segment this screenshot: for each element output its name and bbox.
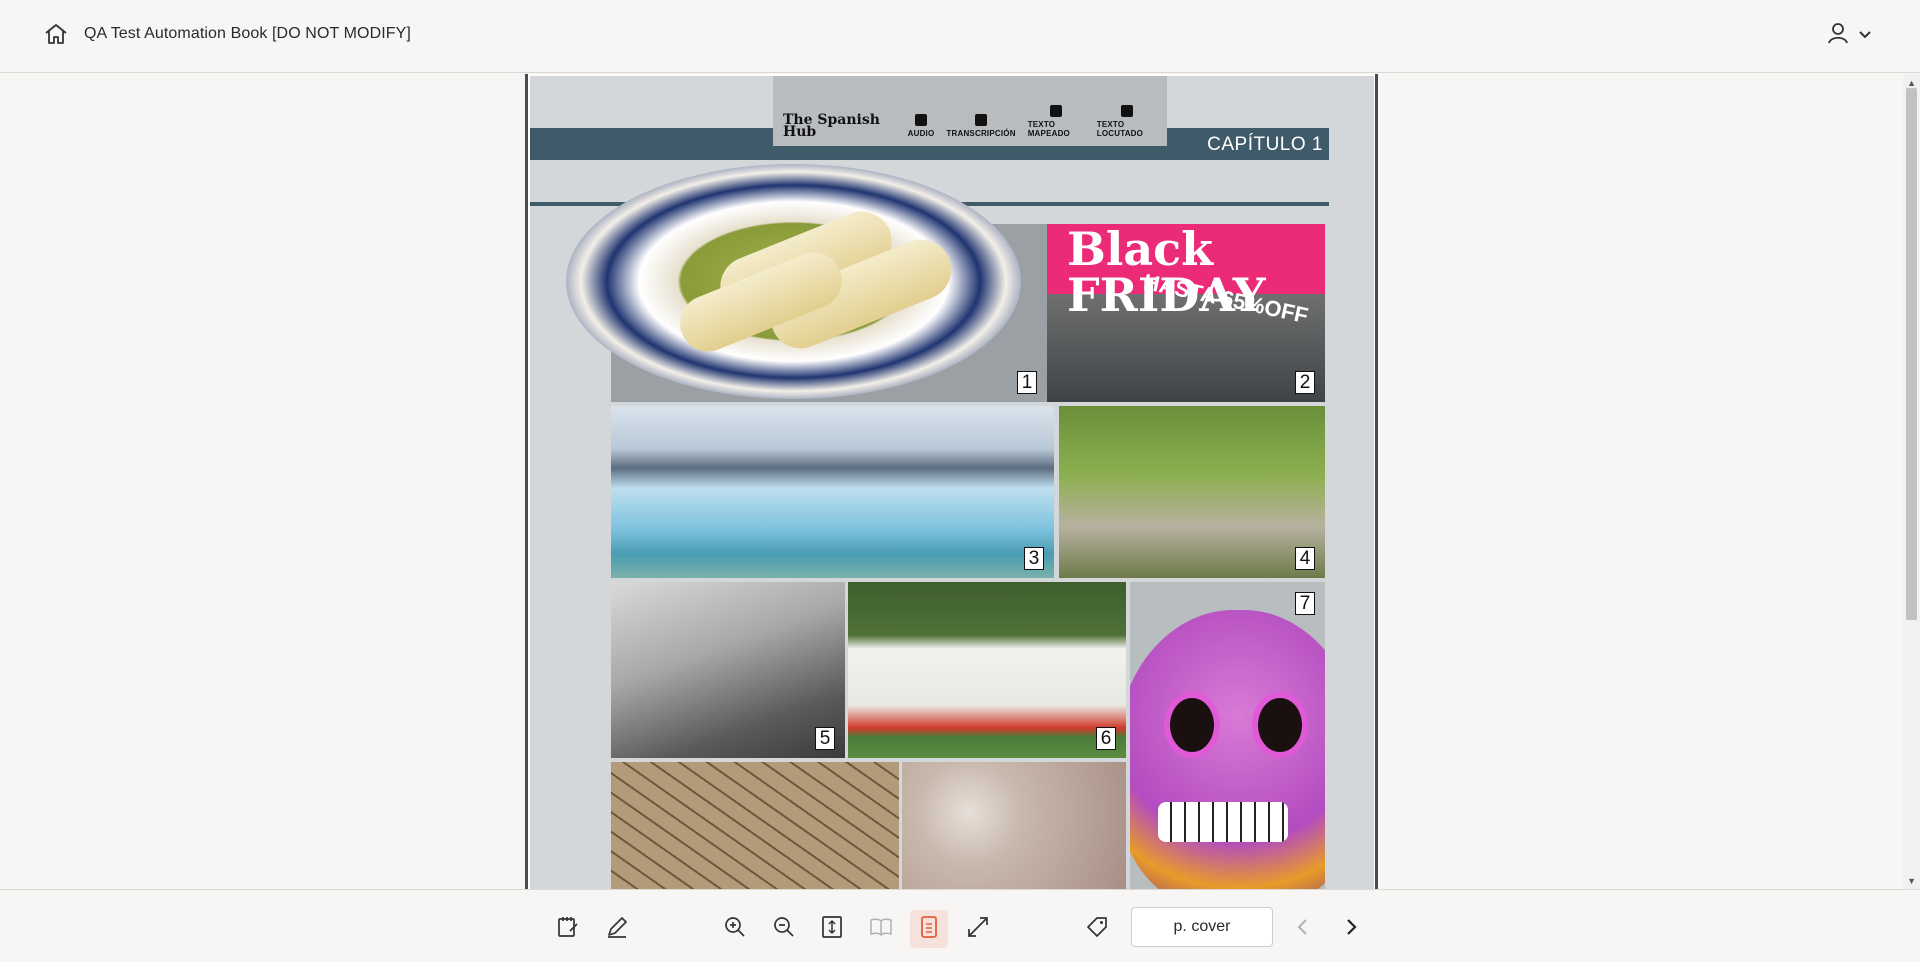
single-page-view-button[interactable] <box>910 910 948 948</box>
photo-number-2: 2 <box>1295 371 1315 394</box>
scroll-down-arrow[interactable]: ▼ <box>1907 876 1916 886</box>
hub-tool-audio[interactable]: AUDIO <box>908 114 935 138</box>
top-bar: QA Test Automation Book [DO NOT MODIFY] <box>0 0 1920 73</box>
scroll-thumb[interactable] <box>1906 88 1917 620</box>
open-book-icon <box>869 915 893 944</box>
zoom-out-icon <box>772 915 796 944</box>
previous-page-button[interactable] <box>1284 910 1322 948</box>
bottom-toolbar: p. cover <box>0 889 1920 962</box>
fit-height-icon <box>820 915 844 944</box>
home-button[interactable] <box>42 23 70 49</box>
hub-tool-mapped-text[interactable]: TEXTO MAPEADO <box>1028 105 1085 138</box>
sugar-skull <box>1130 610 1325 889</box>
microphone-icon <box>1120 105 1133 117</box>
photo-number-1: 1 <box>1017 371 1037 394</box>
next-page-button[interactable] <box>1332 910 1370 948</box>
single-page-icon <box>917 915 941 944</box>
photo-number-3: 3 <box>1024 547 1044 570</box>
photo-cracked-earth <box>611 762 899 889</box>
speaker-icon <box>915 114 928 126</box>
hub-tool-voiced-text[interactable]: TEXTO LOCUTADO <box>1097 105 1157 138</box>
page-number-field[interactable]: p. cover <box>1131 907 1273 947</box>
photo-glacier: 3 <box>611 406 1054 578</box>
notebook-icon <box>556 915 580 944</box>
zoom-in-button[interactable] <box>716 910 754 948</box>
hub-tool-strip: The Spanish Hub AUDIO TRANSCRIPCIÓN TEXT… <box>773 76 1167 146</box>
photo-white-house: 6 <box>848 582 1126 758</box>
book-page-cover[interactable]: CAPÍTULO 1 The Spanish Hub AUDIO TRANSCR… <box>530 76 1374 889</box>
hub-tool-transcription[interactable]: TRANSCRIPCIÓN <box>946 114 1015 138</box>
book-viewer: CAPÍTULO 1 The Spanish Hub AUDIO TRANSCR… <box>0 74 1920 889</box>
expand-icon <box>966 915 990 944</box>
chevron-down-icon <box>1858 27 1872 45</box>
zoom-out-button[interactable] <box>765 910 803 948</box>
scroll-up-arrow[interactable]: ▲ <box>1907 78 1916 88</box>
two-page-view-button[interactable] <box>862 910 900 948</box>
marker-icon <box>1050 105 1063 117</box>
fit-page-button[interactable] <box>813 910 851 948</box>
chapter-label: CAPÍTULO 1 <box>1207 134 1323 155</box>
user-icon <box>1828 22 1848 49</box>
vertical-scrollbar[interactable]: ▲ ▼ <box>1903 74 1920 889</box>
spanish-hub-logo: The Spanish Hub <box>783 112 880 140</box>
home-icon <box>44 23 68 50</box>
photo-revolution-soldiers: 5 <box>611 582 845 758</box>
book-title: QA Test Automation Book [DO NOT MODIFY] <box>84 25 411 42</box>
chevron-right-icon <box>1343 917 1359 942</box>
photo-number-7: 7 <box>1295 592 1315 615</box>
bookmarks-button[interactable] <box>549 910 587 948</box>
pencil-icon <box>605 915 629 944</box>
photo-number-4: 4 <box>1295 547 1315 570</box>
tag-button[interactable] <box>1078 910 1116 948</box>
photo-number-5: 5 <box>815 727 835 750</box>
photo-number-6: 6 <box>1096 727 1116 750</box>
annotate-button[interactable] <box>598 910 636 948</box>
photo-cave-hands <box>902 762 1126 889</box>
photo-sugar-skull: 7 <box>1130 582 1325 889</box>
chevron-left-icon <box>1295 917 1311 942</box>
zoom-in-icon <box>723 915 747 944</box>
copy-icon <box>975 114 988 126</box>
photo-people-walking: 4 <box>1059 406 1325 578</box>
photo-black-friday: Black FRIDAY HASTA 65%OFF 2 <box>1047 224 1325 402</box>
tag-icon <box>1085 915 1109 944</box>
enchilada-plate <box>566 164 1021 399</box>
page-frame: CAPÍTULO 1 The Spanish Hub AUDIO TRANSCR… <box>525 74 1378 889</box>
fullscreen-button[interactable] <box>959 910 997 948</box>
user-menu[interactable] <box>1828 22 1872 49</box>
